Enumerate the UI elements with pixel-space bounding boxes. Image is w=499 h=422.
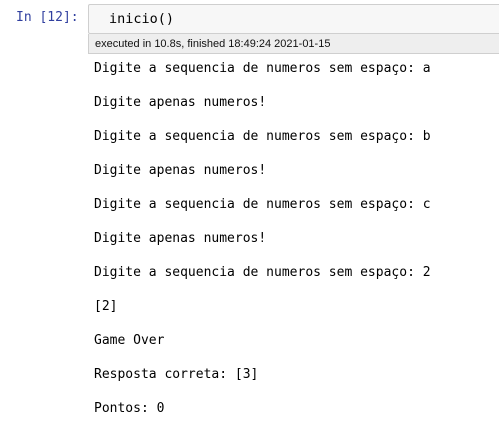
output-line: Digite apenas numeros! bbox=[94, 231, 267, 246]
output-line: Pontos: 0 bbox=[94, 401, 165, 416]
output-line: Game Over bbox=[94, 333, 165, 348]
output-line: Digite a sequencia de numeros sem espaço… bbox=[94, 61, 431, 76]
execution-time-bar: executed in 10.8s, finished 18:49:24 202… bbox=[88, 34, 499, 54]
output-line: Digite a sequencia de numeros sem espaço… bbox=[94, 265, 431, 280]
code-input-area[interactable]: inicio() bbox=[88, 4, 499, 34]
output-line: Resposta correta: [3] bbox=[94, 367, 259, 382]
output-line: Digite apenas numeros! bbox=[94, 95, 267, 110]
input-prompt: In [12]: bbox=[16, 10, 79, 25]
execution-time-text: executed in 10.8s, finished 18:49:24 202… bbox=[95, 38, 331, 50]
output-line: Digite a sequencia de numeros sem espaço… bbox=[94, 197, 431, 212]
notebook-code-cell: In [12]: inicio() executed in 10.8s, fin… bbox=[0, 0, 499, 422]
output-line: Digite a sequencia de numeros sem espaço… bbox=[94, 129, 431, 144]
output-line: Digite apenas numeros! bbox=[94, 163, 267, 178]
code-text[interactable]: inicio() bbox=[109, 10, 174, 28]
output-line: [2] bbox=[94, 299, 118, 314]
